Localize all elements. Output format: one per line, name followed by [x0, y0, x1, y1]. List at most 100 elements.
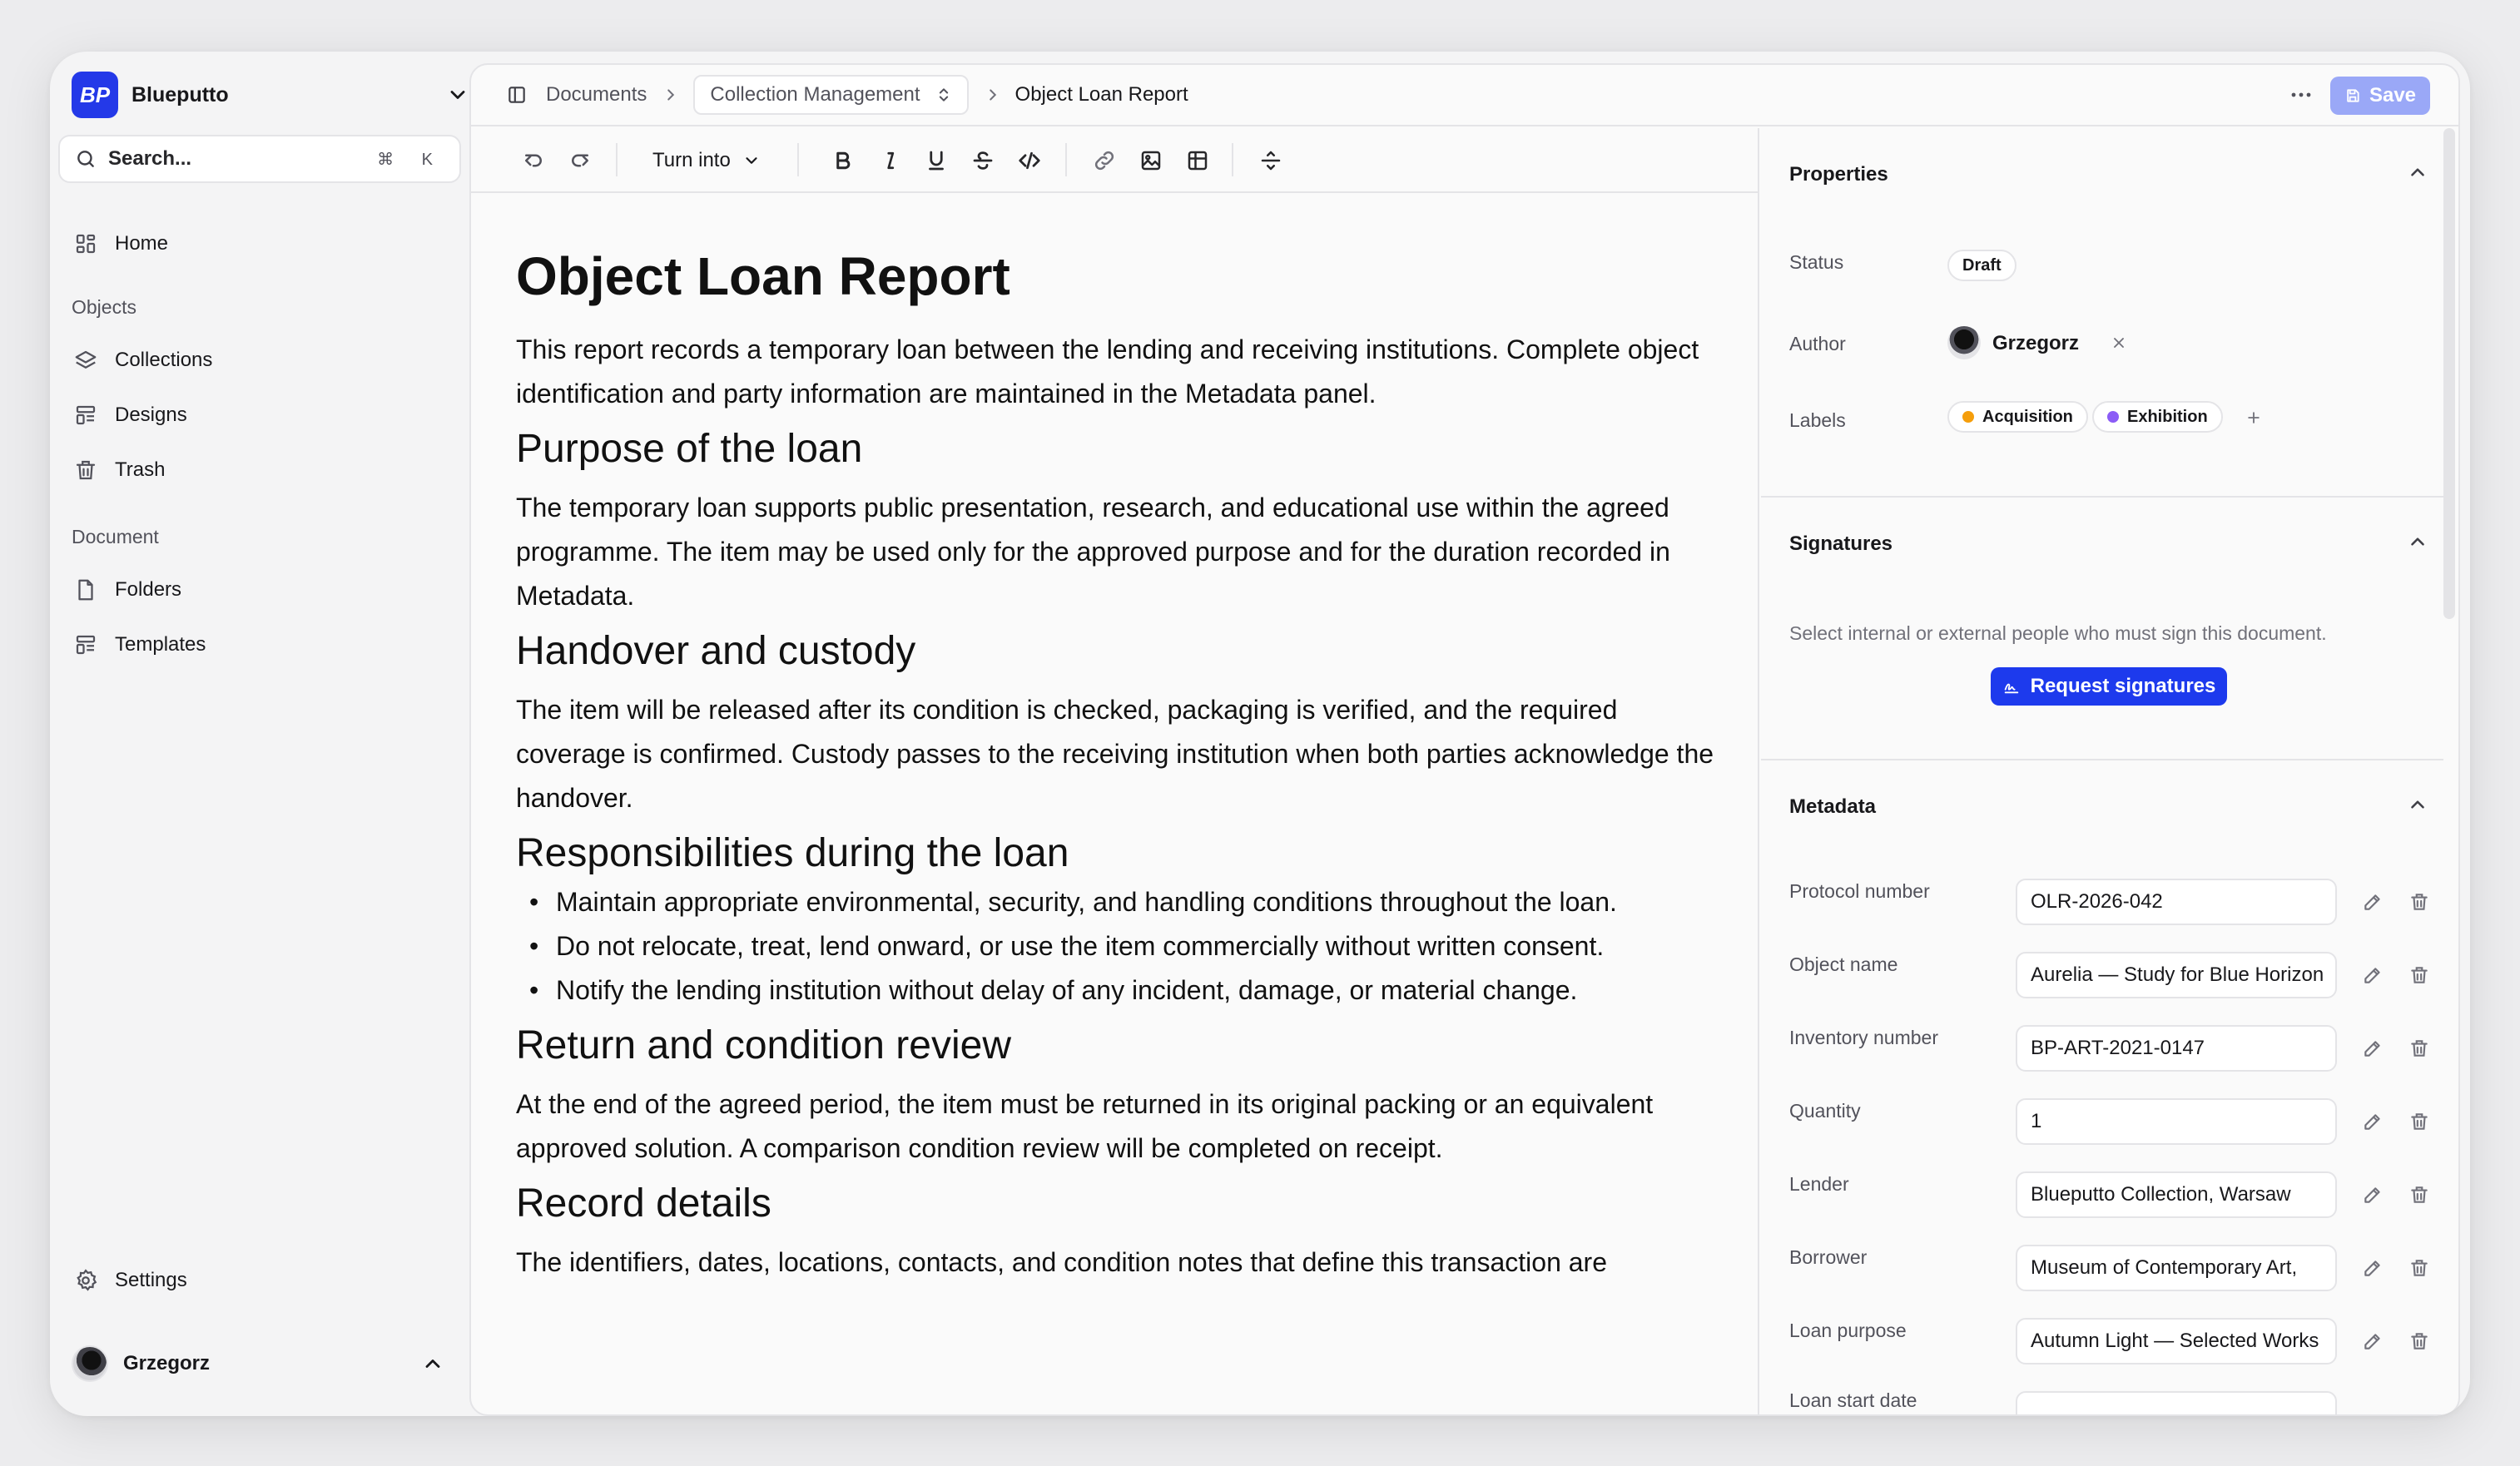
request-signatures-button[interactable]: Request signatures [1991, 667, 2227, 706]
sidebar-item-label: Home [115, 232, 169, 255]
edit-icon[interactable] [2362, 1257, 2384, 1279]
list-item: Notify the lending institution without d… [516, 968, 1731, 1013]
search-icon [77, 151, 94, 167]
sidebar-item-collections[interactable]: Collections [68, 338, 451, 383]
document-intro: This report records a temporary loan bet… [516, 334, 1699, 409]
section-heading: Record details [516, 1181, 771, 1226]
more-options-icon[interactable] [2289, 85, 2314, 105]
trash-icon[interactable] [2408, 891, 2430, 913]
save-label: Save [2369, 84, 2417, 106]
metadata-value-input[interactable]: Blueputto Collection, Warsaw [2016, 1171, 2337, 1218]
sidebar-item-label: Settings [115, 1269, 187, 1291]
chevron-up-icon[interactable] [2407, 161, 2428, 183]
trash-icon[interactable] [2408, 964, 2430, 986]
user-menu[interactable]: Grzegorz [68, 1333, 451, 1394]
properties-panel: Properties Status Draft Author Grzegorz … [1761, 128, 2458, 1414]
home-grid-icon [76, 234, 96, 254]
metadata-date-input[interactable] [2016, 1391, 2337, 1414]
section-heading-document: Document [72, 526, 159, 547]
metadata-label: Loan purpose [1789, 1320, 1907, 1341]
save-button[interactable]: Save [2330, 77, 2430, 115]
sidebar-item-designs[interactable]: Designs [68, 393, 451, 438]
breadcrumb-collection-label: Collection Management [710, 83, 920, 106]
template-icon [76, 635, 96, 655]
brand-logo: BP [72, 72, 118, 118]
signatures-title: Signatures [1789, 532, 1893, 555]
sidebar-item-home[interactable]: Home [68, 221, 451, 266]
metadata-value-input[interactable]: BP-ART-2021-0147 [2016, 1025, 2337, 1072]
sidebar-item-templates[interactable]: Templates [68, 622, 451, 667]
trash-icon[interactable] [2408, 1038, 2430, 1059]
plus-icon[interactable] [2245, 409, 2262, 426]
metadata-value-input[interactable]: 1 [2016, 1098, 2337, 1145]
trash-icon[interactable] [2408, 1257, 2430, 1279]
chevron-right-icon [989, 89, 996, 101]
search-placeholder: Search... [108, 147, 192, 170]
divider-icon[interactable] [1258, 148, 1283, 173]
label-color-dot [1962, 411, 1974, 423]
strikethrough-icon[interactable] [970, 148, 995, 173]
bullet-list: Maintain appropriate environmental, secu… [516, 880, 1731, 1013]
sidebar-item-trash[interactable]: Trash [68, 448, 451, 493]
chevron-up-down-icon [939, 88, 948, 102]
code-icon[interactable] [1017, 148, 1042, 173]
section-heading: Handover and custody [516, 629, 916, 673]
properties-title: Properties [1789, 163, 1888, 186]
user-name: Grzegorz [123, 1352, 211, 1374]
close-icon[interactable] [2111, 334, 2127, 351]
italic-icon[interactable] [877, 148, 902, 173]
sidebar-item-folders[interactable]: Folders [68, 567, 451, 612]
sidebar-item-label: Trash [115, 458, 166, 481]
search-shortcut: ⌘ K [377, 150, 444, 169]
turn-into-dropdown[interactable]: Turn into [652, 141, 761, 180]
edit-icon[interactable] [2362, 1111, 2384, 1132]
metadata-value-input[interactable]: Autumn Light — Selected Works [2016, 1318, 2337, 1364]
chevron-up-icon[interactable] [2407, 531, 2428, 552]
underline-icon[interactable] [924, 148, 949, 173]
chevron-down-icon [450, 91, 465, 99]
signatures-description: Select internal or external people who m… [1789, 622, 2327, 644]
breadcrumb-documents[interactable]: Documents [546, 83, 647, 106]
sidebar-item-settings[interactable]: Settings [68, 1258, 451, 1303]
author-name: Grzegorz [1992, 332, 2080, 354]
section-divider [1761, 496, 2443, 498]
metadata-label: Lender [1789, 1173, 1849, 1195]
scrollbar[interactable] [2443, 128, 2455, 619]
image-icon[interactable] [1138, 148, 1163, 173]
trash-icon[interactable] [2408, 1330, 2430, 1352]
signature-icon [2004, 683, 2018, 694]
turn-into-label: Turn into [652, 149, 731, 171]
edit-icon[interactable] [2362, 1330, 2384, 1352]
list-item: Do not relocate, treat, lend onward, or … [516, 924, 1731, 968]
status-badge[interactable]: Draft [1947, 250, 2016, 281]
edit-icon[interactable] [2362, 964, 2384, 986]
table-icon[interactable] [1185, 148, 1210, 173]
metadata-value-input[interactable]: Aurelia — Study for Blue Horizon [2016, 952, 2337, 998]
workspace-switcher[interactable]: BP Blueputto [72, 65, 469, 125]
edit-icon[interactable] [2362, 891, 2384, 913]
document-body[interactable]: Object Loan Report This report records a… [516, 245, 1731, 1291]
sidebar: BP Blueputto Search... ⌘ K Home Objects … [50, 52, 469, 1416]
redo-icon[interactable] [568, 148, 593, 173]
breadcrumb-collection-select[interactable]: Collection Management [693, 75, 969, 115]
toolbar-divider [1065, 143, 1067, 176]
trash-icon[interactable] [2408, 1111, 2430, 1132]
bold-icon[interactable] [831, 148, 856, 173]
search-input[interactable]: Search... ⌘ K [58, 135, 461, 183]
chevron-up-icon[interactable] [2407, 794, 2428, 815]
edit-icon[interactable] [2362, 1038, 2384, 1059]
link-icon[interactable] [1092, 148, 1117, 173]
undo-icon[interactable] [521, 148, 546, 173]
label-chip-exhibition[interactable]: Exhibition [2092, 401, 2223, 433]
section-paragraph: The temporary loan supports public prese… [516, 493, 1670, 611]
metadata-value-input[interactable]: OLR-2026-042 [2016, 879, 2337, 925]
metadata-label: Quantity [1789, 1100, 1861, 1122]
toolbar-divider [616, 143, 618, 176]
label-chip-acquisition[interactable]: Acquisition [1947, 401, 2088, 433]
labels-label: Labels [1789, 409, 1846, 431]
metadata-value-input[interactable]: Museum of Contemporary Art, [2016, 1245, 2337, 1291]
trash-icon[interactable] [2408, 1184, 2430, 1206]
chevron-right-icon [667, 89, 675, 101]
edit-icon[interactable] [2362, 1184, 2384, 1206]
sidebar-toggle-icon[interactable] [506, 84, 528, 106]
